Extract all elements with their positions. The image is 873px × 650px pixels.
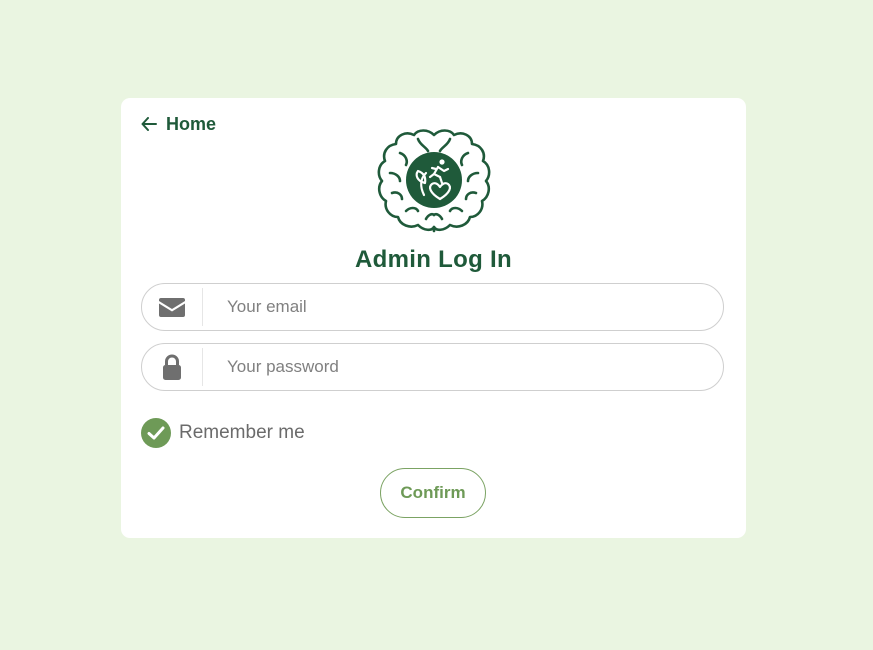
remember-me-checkbox[interactable]: Remember me [141, 418, 305, 448]
confirm-button[interactable]: Confirm [380, 468, 486, 518]
home-link-label: Home [166, 113, 217, 134]
page-title: Admin Log In [355, 246, 512, 273]
password-input[interactable] [227, 347, 723, 387]
email-field [141, 283, 724, 331]
remember-me-label: Remember me [179, 422, 305, 443]
envelope-icon [142, 288, 203, 326]
arrow-left-icon [141, 117, 157, 131]
home-link[interactable]: Home [141, 112, 216, 136]
lock-icon [142, 348, 203, 386]
password-field [141, 343, 724, 391]
checkmark-icon[interactable] [141, 418, 171, 448]
brain-logo [377, 129, 491, 233]
login-card: Home Admin Log In Your email Remember me… [121, 98, 746, 538]
email-input[interactable] [227, 287, 723, 327]
